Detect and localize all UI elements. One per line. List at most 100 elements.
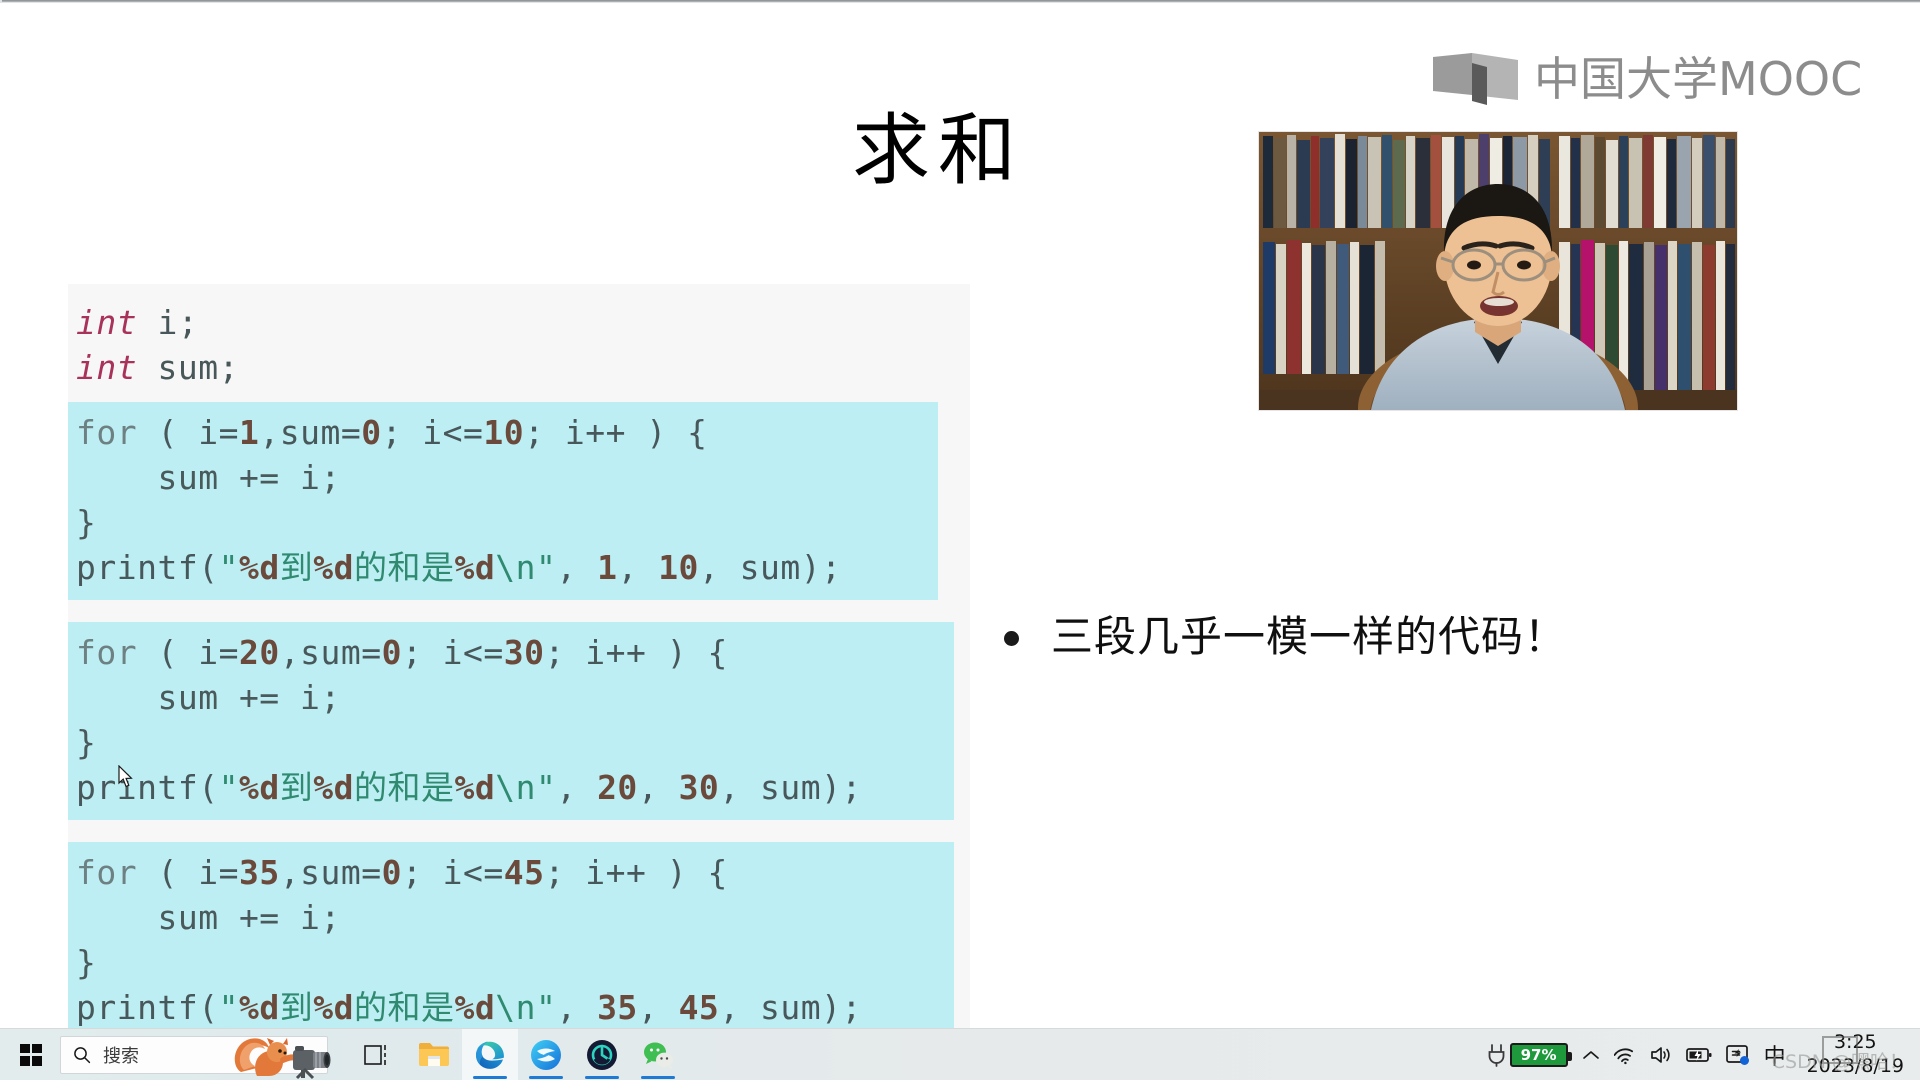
notifications-button[interactable] [1719,1029,1757,1080]
power-battery-status[interactable]: 97% [1480,1029,1575,1080]
arg-sep: , [617,548,659,587]
volume-button[interactable] [1643,1029,1679,1080]
ime-label: 中 [1763,1044,1786,1070]
squirrel-camera-icon [234,1037,331,1079]
init-value: 1 [238,413,260,452]
battery-percent-label: 97% [1520,1045,1557,1064]
blue-browser-button[interactable] [518,1029,574,1080]
battery-button[interactable] [1679,1029,1719,1080]
screen-root: 中国大学MOOC 求和 int i; int sum; for (i=1,su… [0,0,1920,1080]
printf-tail: , sum); [719,988,862,1027]
code-declarations: int i; int sum; [76,284,970,402]
bullet-item: 三段几乎一模一样的代码！ [1004,611,1567,664]
running-indicator [529,1075,563,1079]
cond-value: 45 [503,853,545,892]
wifi-icon [1613,1048,1633,1064]
windows-logo-icon [20,1043,42,1066]
code-line-body: sum += i; [76,458,341,497]
arg-sep: , [556,548,598,587]
code-line-body: sum += i; [76,898,341,937]
printf-call: printf( [76,768,219,807]
code-line-for-head: for ( i=35,sum=0; i<=45; i++ ) { [76,850,954,895]
search-icon [74,1046,91,1063]
code-line-printf: printf("%d到%d的和是%d\n", 1, 10, sum); [76,545,938,590]
folder-icon [419,1043,449,1066]
code-block-loop-2: for ( i=20,sum=0; i<=30; i++ ) { sum += … [68,622,954,820]
code-line-for-head: for ( i=20,sum=0; i<=30; i++ ) { [76,630,954,675]
keyword-int: int [76,303,138,342]
init-sum-value: 0 [381,853,402,892]
task-view-button[interactable] [350,1029,406,1080]
microsoft-edge-button[interactable] [462,1028,518,1080]
slide-title: 求和 [852,106,1025,196]
decl-rest: i; [137,303,199,342]
for-paren-open: ( [137,853,199,892]
windows-taskbar: 搜索 97% 中 3:25 2023/8/19 CSDN @嘿哈！ [0,1028,1920,1080]
running-indicator [585,1075,619,1079]
taskbar-left-group: 搜索 [0,1032,331,1079]
file-explorer-button[interactable] [406,1029,462,1080]
cond-suffix: ; i++ ) { [544,853,728,892]
init-sum: ,sum= [279,633,382,672]
code-block-loop-1: for ( i=1,sum=0; i<=10; i++ ) { sum += i… [68,402,938,600]
printf-format-string: "%d到%d的和是%d\n" [218,548,557,587]
taskbar-app-group [350,1028,686,1080]
cond-prefix: ; i<= [401,853,504,892]
presentation-slide: 中国大学MOOC 求和 int i; int sum; for (i=1,su… [0,3,1920,1044]
start-button[interactable] [8,1032,54,1078]
printf-format-string: "%d到%d的和是%d\n" [218,768,557,807]
instructor-video[interactable] [1259,132,1737,410]
printf-arg-2: 30 [678,768,720,807]
keyword-for: for [76,413,138,452]
running-indicator [641,1075,675,1079]
show-hidden-icons-button[interactable] [1575,1029,1607,1080]
printf-tail: , sum); [698,548,842,587]
printf-call: printf( [76,988,219,1027]
edge-icon [476,1041,504,1069]
keyword-int: int [76,348,138,387]
code-line-printf: printf("%d到%d的和是%d\n", 35, 45, sum); [76,985,954,1030]
keyword-for: for [76,633,138,672]
watermark-box [1822,1036,1858,1064]
init-value: 20 [238,633,280,672]
arg-sep: , [637,988,679,1027]
arg-sep: , [556,988,598,1027]
for-paren-open: ( [137,633,199,672]
mooc-logo-text: 中国大学MOOC [1534,52,1863,106]
printf-arg-2: 45 [678,988,720,1027]
ime-indicator[interactable]: 中 [1757,1029,1793,1080]
speaker-icon [1650,1046,1670,1063]
code-line-close: } [76,723,97,762]
code-line-decl-2: int sum; [76,345,970,390]
power-plug-icon [1488,1043,1504,1067]
init-value: 35 [238,853,280,892]
printf-format-string: "%d到%d的和是%d\n" [218,988,557,1027]
bullet-text: 三段几乎一模一样的代码！ [1051,612,1568,661]
running-indicator [473,1075,507,1079]
wechat-button[interactable] [630,1029,686,1080]
init-sum-value: 0 [361,413,382,452]
dark-circle-icon [587,1039,617,1070]
battery-level-indicator: 97% [1509,1042,1572,1067]
dark-circle-app-button[interactable] [574,1029,630,1080]
code-line-body: sum += i; [76,678,341,717]
code-line-decl-1: int i; [76,300,970,345]
notification-icon [1725,1044,1749,1065]
mooc-logo: 中国大学MOOC [1432,51,1862,107]
network-status-button[interactable] [1607,1029,1643,1080]
init-sum: ,sum= [259,413,362,452]
decl-rest: sum; [137,348,239,387]
init-sum-value: 0 [381,633,402,672]
open-book-icon [1433,53,1518,105]
search-input[interactable]: 搜索 [60,1035,331,1079]
code-snippet-panel: int i; int sum; for ( i=1,sum=0; i<=10; … [68,284,970,1044]
printf-arg-1: 35 [597,988,638,1027]
code-line-printf: printf("%d到%d的和是%d\n", 20, 30, sum); [76,765,954,810]
keyword-for: for [76,853,138,892]
cond-suffix: ; i++ ) { [524,413,708,452]
chevron-up-icon [1582,1050,1599,1059]
printf-arg-2: 10 [658,548,699,587]
arg-sep: , [556,768,598,807]
cond-value: 30 [503,633,545,672]
arg-sep: , [637,768,679,807]
